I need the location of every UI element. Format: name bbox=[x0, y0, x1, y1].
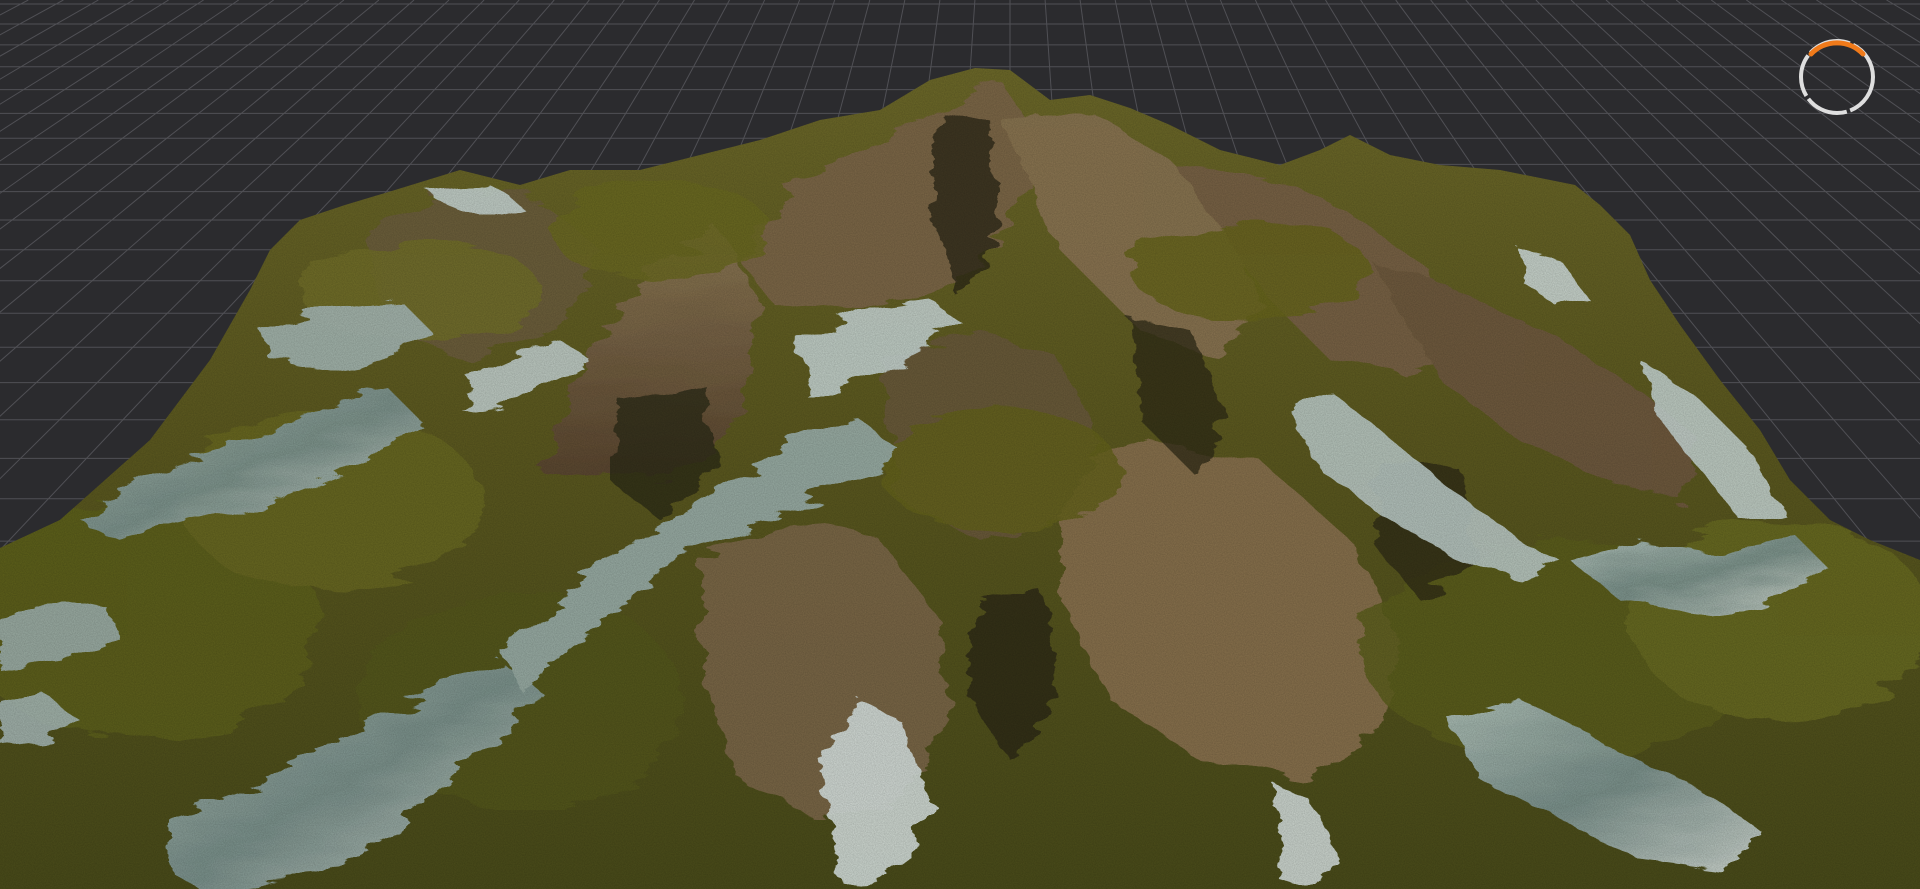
terrain-mesh bbox=[0, 68, 1920, 889]
loading-ring-icon bbox=[1799, 39, 1875, 115]
loading-indicator bbox=[1796, 36, 1878, 118]
3d-viewport[interactable] bbox=[0, 0, 1920, 889]
